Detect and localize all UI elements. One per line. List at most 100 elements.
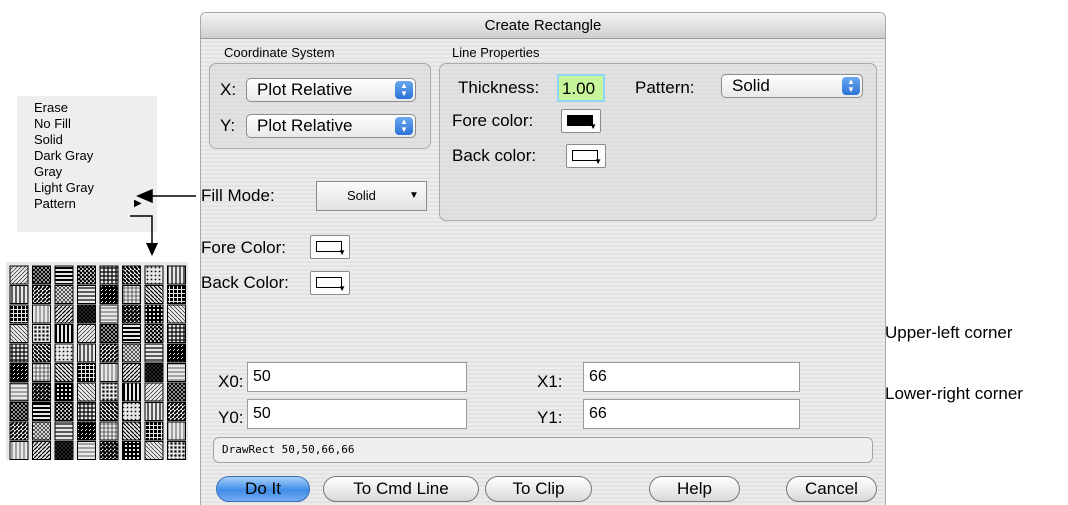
pattern-swatch[interactable] [167, 441, 186, 460]
pattern-swatch[interactable] [144, 421, 164, 441]
pattern-swatch[interactable] [9, 382, 29, 402]
pattern-swatch[interactable] [99, 343, 119, 363]
pattern-swatch[interactable] [99, 285, 119, 304]
pattern-swatch[interactable] [77, 441, 96, 460]
pattern-swatch[interactable] [77, 382, 96, 402]
pattern-swatch[interactable] [99, 265, 119, 285]
pattern-swatch[interactable] [99, 363, 119, 382]
pattern-swatch[interactable] [122, 363, 141, 382]
pattern-swatch[interactable] [9, 304, 29, 324]
to-cmd-line-button[interactable]: To Cmd Line [323, 476, 479, 502]
pattern-swatch[interactable] [167, 421, 186, 441]
pattern-popup[interactable]: Solid ▲ ▼ [721, 74, 863, 98]
pattern-swatch[interactable] [54, 382, 74, 402]
fill-back-color-button[interactable]: ▼ [310, 271, 350, 295]
pattern-swatch[interactable] [32, 304, 51, 324]
command-line-field[interactable]: DrawRect 50,50,66,66 [213, 437, 873, 463]
pattern-swatch[interactable] [54, 402, 74, 421]
pattern-swatch[interactable] [99, 382, 119, 402]
pattern-swatch[interactable] [54, 304, 74, 324]
pattern-swatch[interactable] [77, 265, 96, 285]
pattern-swatch[interactable] [144, 402, 164, 421]
pattern-swatch[interactable] [77, 324, 96, 343]
pattern-swatch[interactable] [9, 285, 29, 304]
pattern-swatch[interactable] [122, 324, 141, 343]
pattern-swatch[interactable] [167, 324, 186, 343]
do-it-button[interactable]: Do It [216, 476, 310, 502]
pattern-swatch[interactable] [9, 265, 29, 285]
pattern-swatch[interactable] [54, 363, 74, 382]
pattern-swatch[interactable] [32, 343, 51, 363]
y0-field[interactable]: 50 [247, 399, 467, 429]
pattern-swatch[interactable] [122, 441, 141, 460]
y-coord-popup[interactable]: Plot Relative ▲ ▼ [246, 114, 416, 138]
fill-mode-popup[interactable]: Solid ▼ [316, 181, 427, 211]
pattern-swatch[interactable] [122, 402, 141, 421]
to-clip-button[interactable]: To Clip [485, 476, 592, 502]
y1-field[interactable]: 66 [583, 399, 800, 429]
pattern-swatch[interactable] [32, 324, 51, 343]
pattern-swatch[interactable] [77, 343, 96, 363]
pattern-swatch[interactable] [99, 324, 119, 343]
pattern-swatch[interactable] [99, 304, 119, 324]
pattern-swatch[interactable] [32, 421, 51, 441]
pattern-swatch[interactable] [167, 343, 186, 363]
pattern-swatch[interactable] [122, 285, 141, 304]
thickness-field[interactable]: 1.00 [557, 74, 605, 102]
pattern-swatch[interactable] [167, 304, 186, 324]
pattern-swatch[interactable] [122, 265, 141, 285]
pattern-swatch[interactable] [122, 382, 141, 402]
pattern-swatch[interactable] [9, 343, 29, 363]
pattern-swatch[interactable] [54, 265, 74, 285]
pattern-swatch[interactable] [167, 402, 186, 421]
pattern-swatch[interactable] [99, 421, 119, 441]
pattern-swatch[interactable] [167, 285, 186, 304]
pattern-swatch[interactable] [144, 265, 164, 285]
pattern-swatch[interactable] [144, 324, 164, 343]
pattern-swatch[interactable] [122, 304, 141, 324]
pattern-swatch[interactable] [77, 285, 96, 304]
pattern-swatch[interactable] [32, 441, 51, 460]
line-back-color-button[interactable]: ▼ [566, 144, 606, 168]
pattern-swatch[interactable] [54, 285, 74, 304]
x0-field[interactable]: 50 [247, 362, 467, 392]
pattern-swatch[interactable] [144, 304, 164, 324]
pattern-swatch[interactable] [77, 421, 96, 441]
lower-right-corner-callout: Lower-right corner [885, 384, 1023, 403]
pattern-swatch[interactable] [32, 402, 51, 421]
x1-field[interactable]: 66 [583, 362, 800, 392]
pattern-swatch[interactable] [144, 343, 164, 363]
pattern-swatch[interactable] [9, 441, 29, 460]
pattern-swatch[interactable] [77, 402, 96, 421]
pattern-swatch[interactable] [122, 343, 141, 363]
fill-fore-color-button[interactable]: ▼ [310, 235, 350, 259]
pattern-swatch[interactable] [144, 441, 164, 460]
pattern-swatch[interactable] [122, 421, 141, 441]
pattern-swatch[interactable] [32, 285, 51, 304]
pattern-swatch[interactable] [167, 265, 186, 285]
pattern-swatch[interactable] [99, 402, 119, 421]
cancel-button[interactable]: Cancel [786, 476, 877, 502]
pattern-swatch[interactable] [54, 421, 74, 441]
pattern-swatch[interactable] [32, 265, 51, 285]
pattern-swatch[interactable] [54, 441, 74, 460]
pattern-swatch[interactable] [167, 363, 186, 382]
pattern-swatch[interactable] [54, 324, 74, 343]
pattern-swatch[interactable] [54, 343, 74, 363]
pattern-swatch[interactable] [9, 324, 29, 343]
pattern-swatch[interactable] [9, 421, 29, 441]
pattern-swatch[interactable] [144, 285, 164, 304]
pattern-swatch[interactable] [99, 441, 119, 460]
pattern-swatch[interactable] [32, 363, 51, 382]
pattern-swatch[interactable] [167, 382, 186, 402]
pattern-swatch[interactable] [144, 363, 164, 382]
pattern-swatch[interactable] [77, 304, 96, 324]
pattern-swatch[interactable] [77, 363, 96, 382]
pattern-swatch[interactable] [9, 402, 29, 421]
help-button[interactable]: Help [649, 476, 740, 502]
pattern-swatch[interactable] [144, 382, 164, 402]
pattern-swatch[interactable] [32, 382, 51, 402]
pattern-swatch[interactable] [9, 363, 29, 382]
line-fore-color-button[interactable]: ▼ [561, 109, 601, 133]
x-coord-popup[interactable]: Plot Relative ▲ ▼ [246, 78, 416, 102]
